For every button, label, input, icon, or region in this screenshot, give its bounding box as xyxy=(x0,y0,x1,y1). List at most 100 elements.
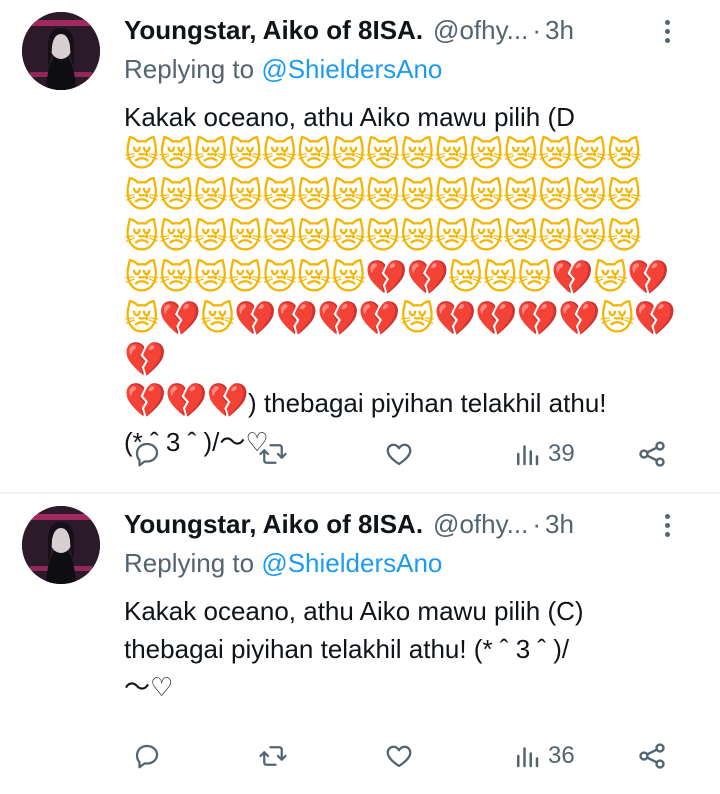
like-button[interactable] xyxy=(384,736,414,776)
crying-cat-emoji: 😿 xyxy=(296,176,331,216)
crying-cat-emoji: 😿 xyxy=(330,258,366,298)
repost-button[interactable] xyxy=(258,434,288,474)
tweet[interactable]: Youngstar, Aiko of 8ISA. @ofhy... · 3h R… xyxy=(0,494,720,794)
crying-cat-emoji: 😿 xyxy=(468,176,504,216)
crying-cat-emoji: 😿 xyxy=(261,258,297,298)
crying-cat-emoji: 😿 xyxy=(468,217,504,257)
timestamp[interactable]: 3h xyxy=(545,15,574,46)
broken-heart-emoji: 💔 xyxy=(124,340,166,380)
display-name[interactable]: Youngstar, Aiko of 8ISA. xyxy=(124,15,423,46)
tweet-text-line: Kakak oceano, athu Aiko mawu pilih (D xyxy=(124,102,575,132)
broken-heart-emoji: 💔 xyxy=(358,299,400,339)
crying-cat-emoji: 😿 xyxy=(227,217,262,257)
heart-icon xyxy=(386,443,412,466)
avatar[interactable] xyxy=(22,12,100,90)
replying-to-label: Replying to xyxy=(124,548,262,578)
crying-cat-emoji: 😿 xyxy=(571,176,607,216)
reply-icon xyxy=(135,442,159,467)
share-button[interactable] xyxy=(636,434,668,474)
broken-heart-emoji: 💔 xyxy=(633,299,676,339)
more-options-icon[interactable] xyxy=(650,508,684,542)
emoji-tail: 💔💔💔 xyxy=(124,382,249,420)
broken-heart-emoji: 💔 xyxy=(475,299,517,339)
crying-cat-emoji: 😿 xyxy=(192,258,228,298)
user-handle[interactable]: @ofhy... xyxy=(433,509,528,540)
tweet-text-line: 〜♡ xyxy=(124,672,174,702)
broken-heart-emoji: 💔 xyxy=(165,381,207,421)
crying-cat-emoji: 😿 xyxy=(124,176,159,216)
crying-cat-emoji: 😿 xyxy=(330,217,366,257)
crying-cat-emoji: 😿 xyxy=(606,217,641,257)
crying-cat-emoji: 😿 xyxy=(199,299,235,339)
crying-cat-emoji: 😿 xyxy=(124,135,159,175)
crying-cat-emoji: 😿 xyxy=(261,135,297,175)
user-handle[interactable]: @ofhy... xyxy=(433,15,528,46)
broken-heart-emoji: 💔 xyxy=(551,258,593,298)
crying-cat-emoji: 😿 xyxy=(227,176,262,216)
broken-heart-emoji: 💔 xyxy=(406,258,449,298)
crying-cat-emoji: 😿 xyxy=(537,135,572,175)
replying-to: Replying to @ShieldersAno xyxy=(124,548,442,579)
crying-cat-emoji: 😿 xyxy=(365,135,400,175)
crying-cat-emoji: 😿 xyxy=(399,299,435,339)
share-icon xyxy=(639,441,665,467)
repost-button[interactable] xyxy=(258,736,288,776)
crying-cat-emoji: 😿 xyxy=(158,176,193,216)
emoji-block: 😿😿😿😿😿😿😿😿😿😿😿😿😿😿😿 😿😿😿😿😿😿😿😿😿😿😿😿😿😿😿 😿😿😿😿😿😿😿😿😿😿… xyxy=(124,136,694,382)
avatar-image xyxy=(22,12,100,90)
crying-cat-emoji: 😿 xyxy=(502,176,538,216)
crying-cat-emoji: 😿 xyxy=(261,176,297,216)
crying-cat-emoji: 😿 xyxy=(296,217,331,257)
crying-cat-emoji: 😿 xyxy=(434,217,469,257)
reply-mention-link[interactable]: @ShieldersAno xyxy=(261,548,442,578)
tweet-text-tail: ) thebagai piyihan telakhil athu! xyxy=(248,388,607,418)
emoji-row: 😿😿😿😿😿😿😿💔💔😿😿😿💔😿💔 xyxy=(124,259,694,300)
crying-cat-emoji: 😿 xyxy=(124,217,159,257)
broken-heart-emoji: 💔 xyxy=(316,299,359,339)
crying-cat-emoji: 😿 xyxy=(296,135,331,175)
crying-cat-emoji: 😿 xyxy=(365,217,400,257)
views-button[interactable]: 39 xyxy=(512,434,575,474)
repost-icon xyxy=(259,746,287,766)
crying-cat-emoji: 😿 xyxy=(571,217,607,257)
views-count: 39 xyxy=(548,440,575,467)
emoji-row: 😿😿😿😿😿😿😿😿😿😿😿😿😿😿😿 xyxy=(124,177,694,218)
reply-button[interactable] xyxy=(132,736,162,776)
crying-cat-emoji: 😿 xyxy=(158,135,193,175)
tweet-text-line: Kakak oceano, athu Aiko mawu pilih (C) xyxy=(124,596,584,626)
views-icon xyxy=(517,747,539,768)
avatar[interactable] xyxy=(22,506,100,584)
crying-cat-emoji: 😿 xyxy=(227,135,262,175)
crying-cat-emoji: 😿 xyxy=(434,176,469,216)
display-name[interactable]: Youngstar, Aiko of 8ISA. xyxy=(124,509,423,540)
crying-cat-emoji: 😿 xyxy=(537,217,572,257)
crying-cat-emoji: 😿 xyxy=(434,135,469,175)
views-button[interactable]: 36 xyxy=(512,736,575,776)
avatar-image xyxy=(22,506,100,584)
broken-heart-emoji: 💔 xyxy=(158,299,200,339)
reply-button[interactable] xyxy=(132,434,162,474)
separator-dot: · xyxy=(532,508,541,539)
share-button[interactable] xyxy=(636,736,668,776)
crying-cat-emoji: 😿 xyxy=(192,176,228,216)
crying-cat-emoji: 😿 xyxy=(124,299,159,339)
repost-icon xyxy=(259,444,287,464)
tweet[interactable]: Youngstar, Aiko of 8ISA. @ofhy... · 3h R… xyxy=(0,0,720,492)
reply-mention-link[interactable]: @ShieldersAno xyxy=(261,54,442,84)
crying-cat-emoji: 😿 xyxy=(502,217,538,257)
more-options-icon[interactable] xyxy=(650,14,684,48)
crying-cat-emoji: 😿 xyxy=(158,258,193,298)
crying-cat-emoji: 😿 xyxy=(330,176,366,216)
like-button[interactable] xyxy=(384,434,414,474)
crying-cat-emoji: 😿 xyxy=(365,176,400,216)
crying-cat-emoji: 😿 xyxy=(606,135,641,175)
broken-heart-emoji: 💔 xyxy=(275,299,318,339)
crying-cat-emoji: 😿 xyxy=(227,258,262,298)
crying-cat-emoji: 😿 xyxy=(192,135,228,175)
heart-icon xyxy=(386,745,412,768)
timestamp[interactable]: 3h xyxy=(545,509,574,540)
broken-heart-emoji: 💔 xyxy=(627,258,669,298)
crying-cat-emoji: 😿 xyxy=(516,258,552,298)
replying-to-label: Replying to xyxy=(124,54,262,84)
views-count: 36 xyxy=(548,742,575,769)
